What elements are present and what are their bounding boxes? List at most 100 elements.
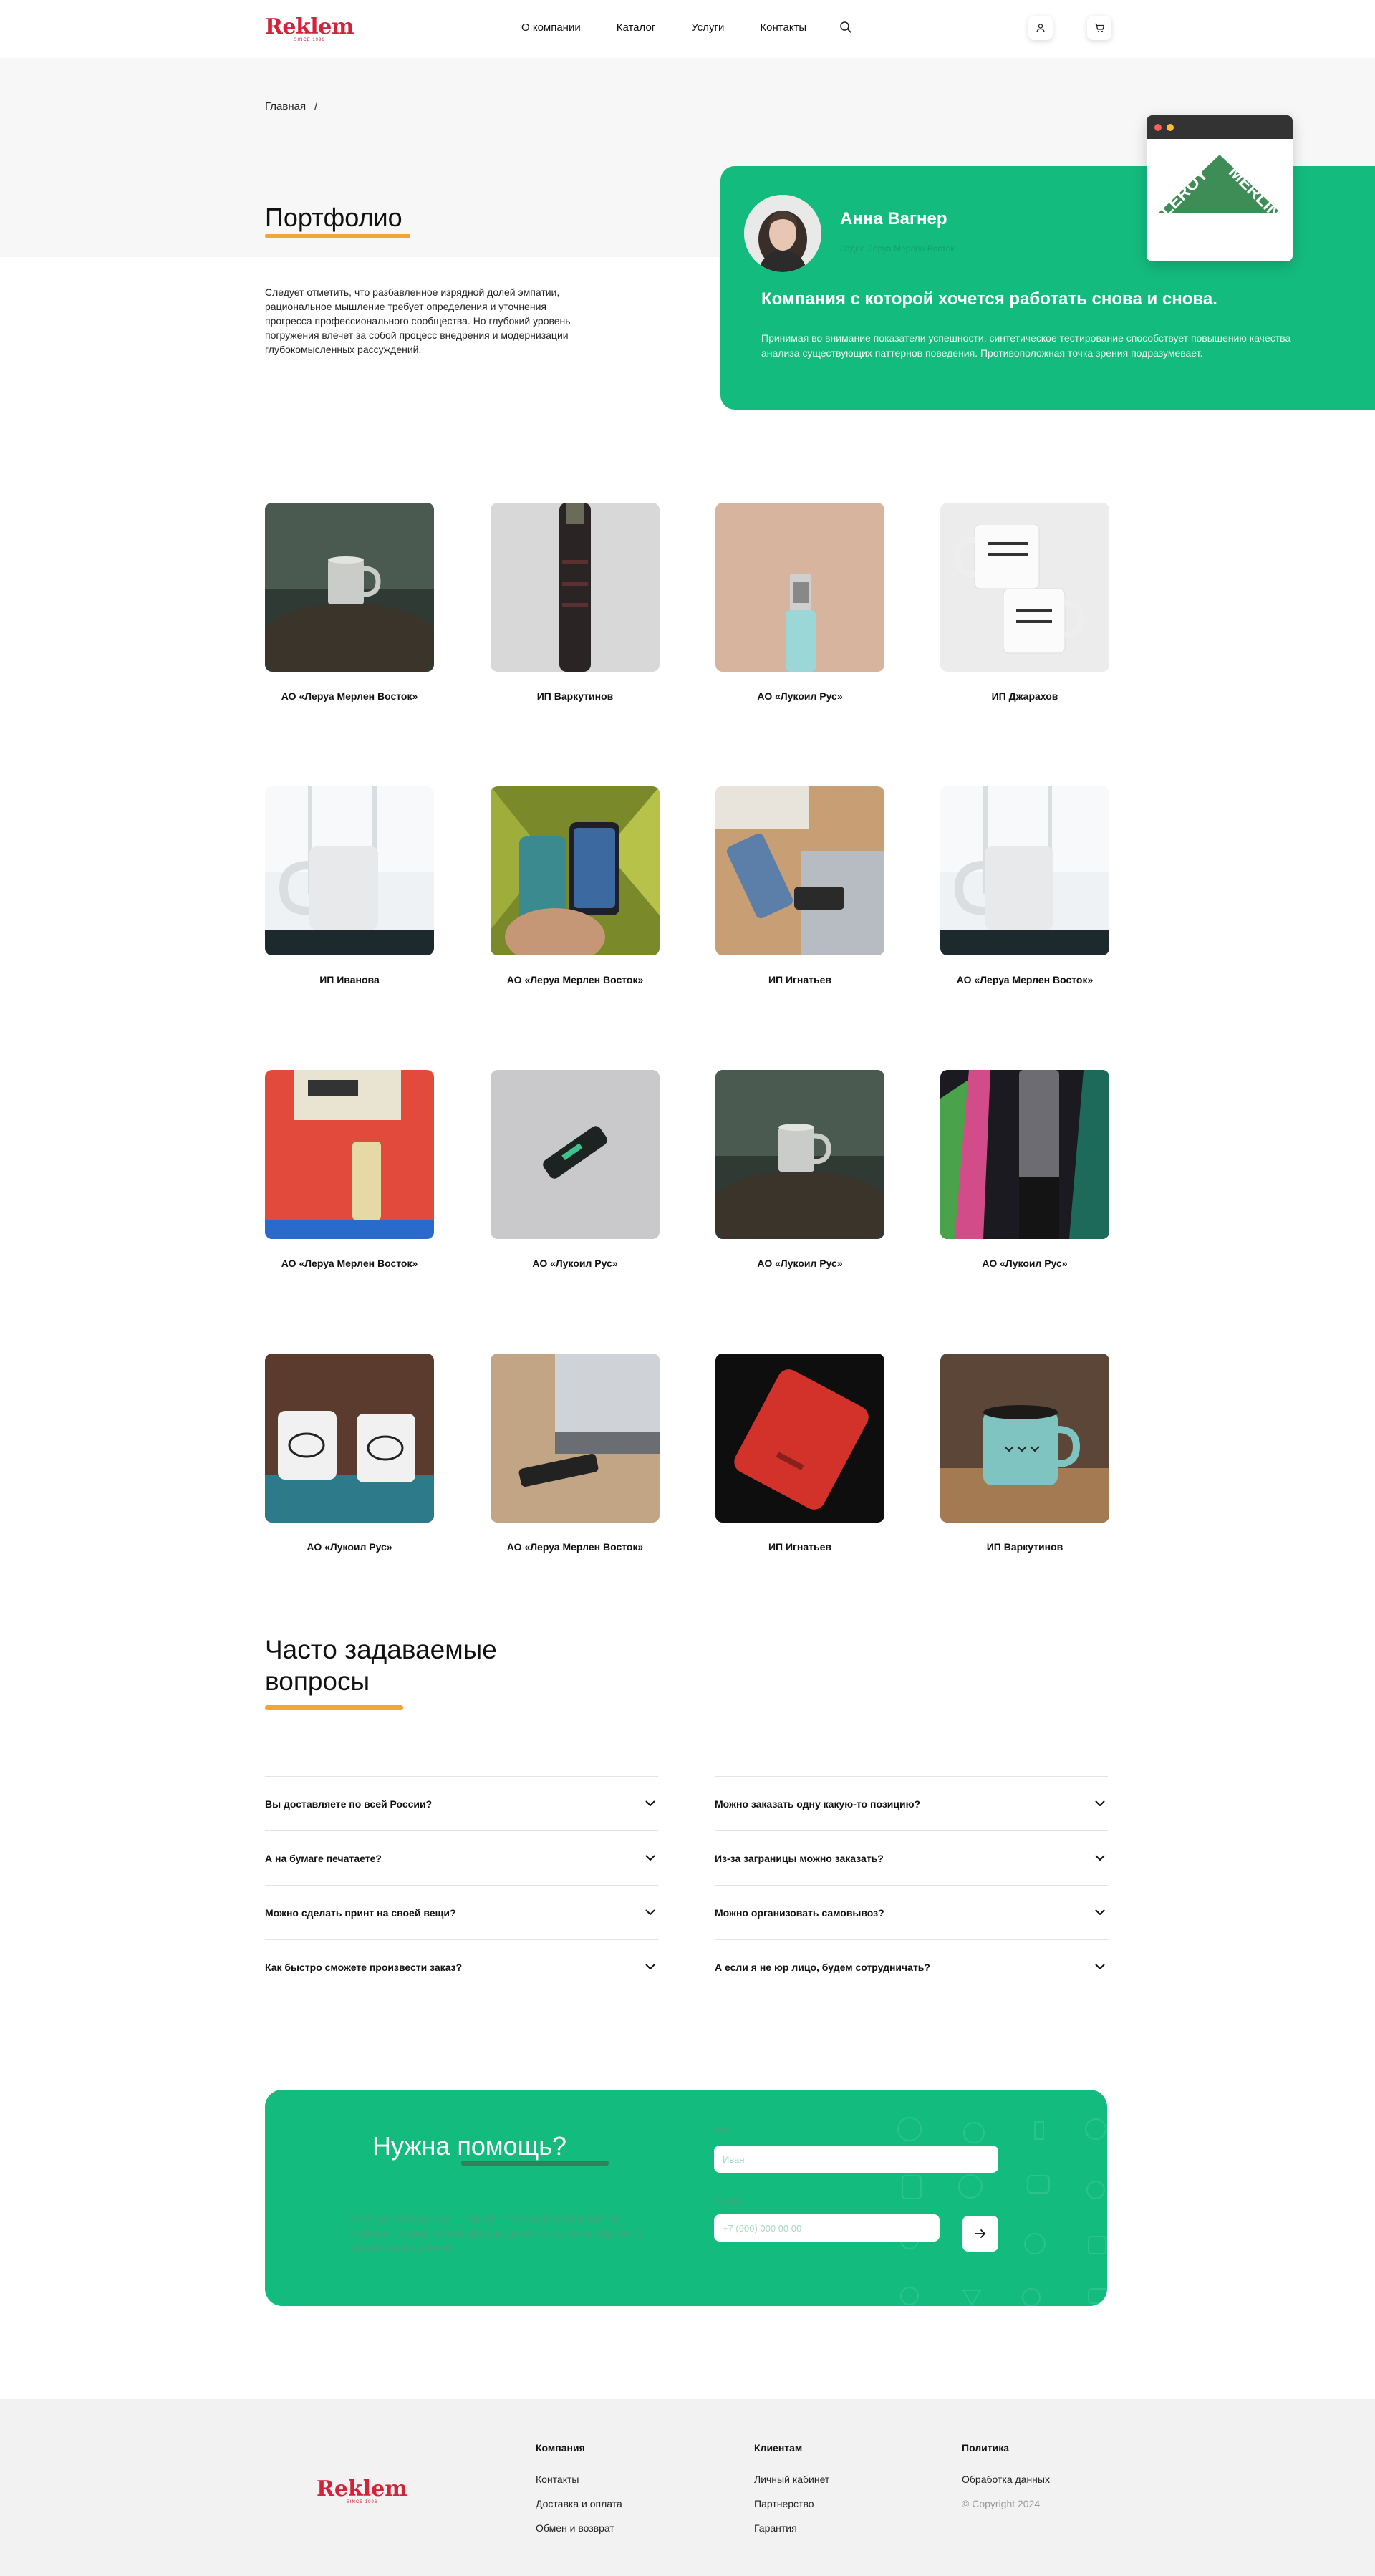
faq-item[interactable]: А если я не юр лицо, будем сотрудничать? [715, 1939, 1108, 1994]
faq-title-line1: Часто задаваемые [265, 1635, 497, 1664]
testimonial-heading: Компания с которой хочется работать снов… [761, 289, 1217, 309]
chevron-down-icon [645, 1909, 655, 1915]
portfolio-caption: АО «Лукоил Рус» [307, 1541, 392, 1553]
footer-logo[interactable]: Reklem SINCE 1996 [317, 2476, 407, 2504]
avatar [744, 195, 821, 272]
site-footer: Reklem SINCE 1996 Компания Контакты Дост… [0, 2399, 1375, 2576]
page-title: Портфолио [265, 203, 410, 238]
portfolio-card[interactable]: АО «Лукоил Рус» [491, 1070, 660, 1269]
page-intro: Следует отметить, что разбавленное изряд… [265, 286, 571, 355]
name-label: Имя [714, 2126, 730, 2134]
portfolio-image[interactable] [940, 1354, 1109, 1523]
chevron-down-icon [645, 1800, 655, 1806]
portfolio-image[interactable] [940, 786, 1109, 955]
portfolio-card[interactable]: ИП Варкутинов [491, 503, 660, 702]
nav-item-contacts[interactable]: Контакты [760, 21, 806, 34]
portfolio-card[interactable]: АО «Лукоил Рус» [715, 1070, 884, 1269]
faq-item[interactable]: Можно организовать самовывоз? [715, 1885, 1108, 1939]
portfolio-caption: АО «Лукоил Рус» [757, 690, 843, 702]
help-title-underline [461, 2161, 609, 2166]
portfolio-card[interactable]: АО «Леруа Мерлен Восток» [940, 786, 1109, 985]
portfolio-card[interactable]: АО «Леруа Мерлен Восток» [491, 786, 660, 985]
faq-question: Можно сделать принт на своей вещи? [265, 1906, 456, 1919]
logo[interactable]: Reklem SINCE 1996 [265, 14, 354, 42]
footer-heading-policy: Политика [962, 2442, 1010, 2454]
portfolio-card[interactable]: ИП Варкутинов [940, 1354, 1109, 1553]
footer-column-company: Компания Контакты Доставка и оплата Обме… [536, 2442, 622, 2547]
faq-item[interactable]: Как быстро сможете произвести заказ? [265, 1939, 658, 1994]
portfolio-card[interactable]: ИП Игнатьев [715, 1354, 884, 1553]
footer-link-partnership[interactable]: Партнерство [754, 2498, 829, 2509]
portfolio-image[interactable] [715, 1070, 884, 1239]
name-input[interactable] [714, 2146, 998, 2173]
faq-question: Из-за заграницы можно заказать? [715, 1852, 884, 1864]
portfolio-image[interactable] [715, 1354, 884, 1523]
faq-item[interactable]: Вы доставляете по всей России? [265, 1776, 658, 1830]
logo-text: Reklem [265, 14, 354, 39]
portfolio-image[interactable] [491, 786, 660, 955]
cart-button[interactable] [1087, 16, 1111, 40]
phone-label: Телефон [714, 2197, 747, 2206]
footer-heading-company: Компания [536, 2442, 585, 2454]
footer-link-returns[interactable]: Обмен и возврат [536, 2522, 622, 2534]
portfolio-image[interactable] [715, 503, 884, 672]
faq-question: А если я не юр лицо, будем сотрудничать? [715, 1961, 930, 1973]
portfolio-card[interactable]: АО «Леруа Мерлен Восток» [491, 1354, 660, 1553]
search-icon[interactable] [839, 21, 852, 34]
faq-item[interactable]: Можно сделать принт на своей вещи? [265, 1885, 658, 1939]
portfolio-card[interactable]: ИП Иванова [265, 786, 434, 985]
portfolio-caption: ИП Варкутинов [536, 690, 614, 702]
breadcrumb: Главная / [265, 100, 317, 112]
portfolio-image[interactable] [265, 1070, 434, 1239]
footer-link-data-processing[interactable]: Обработка данных [962, 2474, 1050, 2485]
portfolio-card[interactable]: ИП Игнатьев [715, 786, 884, 985]
portfolio-image[interactable] [265, 503, 434, 672]
portfolio-caption: ИП Игнатьев [768, 974, 831, 985]
faq-question: Как быстро сможете произвести заказ? [265, 1961, 463, 1973]
footer-link-warranty[interactable]: Гарантия [754, 2522, 829, 2534]
portfolio-image[interactable] [491, 1354, 660, 1523]
portfolio-image[interactable] [491, 503, 660, 672]
arrow-right-icon [975, 2229, 985, 2238]
faq-column-right: Можно заказать одну какую-то позицию? Из-… [715, 1776, 1108, 1994]
chevron-down-icon [1095, 1964, 1105, 1969]
portfolio-image[interactable] [715, 786, 884, 955]
faq-item[interactable]: Можно заказать одну какую-то позицию? [715, 1776, 1108, 1830]
portfolio-card[interactable]: АО «Лукоил Рус» [265, 1354, 434, 1553]
footer-link-contacts[interactable]: Контакты [536, 2474, 622, 2485]
portfolio-image[interactable] [491, 1070, 660, 1239]
faq-item[interactable]: А на бумаге печатаете? [265, 1830, 658, 1885]
footer-link-delivery[interactable]: Доставка и оплата [536, 2498, 622, 2509]
faq-title-underline [265, 1705, 403, 1710]
faq-item[interactable]: Из-за заграницы можно заказать? [715, 1830, 1108, 1885]
chevron-down-icon [1095, 1909, 1105, 1915]
portfolio-image[interactable] [940, 1070, 1109, 1239]
portfolio-image[interactable] [265, 1354, 434, 1523]
portfolio-card[interactable]: АО «Лукоил Рус» [940, 1070, 1109, 1269]
help-section: Нужна помощь? Оставьте свои данные — мы … [265, 2090, 1107, 2306]
nav-item-services[interactable]: Услуги [691, 21, 724, 34]
help-description: Оставьте свои данные — мы перезвоним и р… [348, 2213, 644, 2253]
window-dot-yellow [1167, 123, 1174, 131]
portfolio-image[interactable] [265, 786, 434, 955]
footer-link-account[interactable]: Личный кабинет [754, 2474, 829, 2485]
portfolio-card[interactable]: АО «Леруа Мерлен Восток» [265, 503, 434, 702]
portfolio-card[interactable]: АО «Лукоил Рус» [715, 503, 884, 702]
breadcrumb-home[interactable]: Главная [265, 100, 306, 112]
phone-input[interactable] [714, 2214, 940, 2242]
portfolio-caption: ИП Игнатьев [768, 1541, 831, 1553]
nav-item-about[interactable]: О компании [521, 21, 581, 34]
page-title-text: Портфолио [265, 203, 402, 232]
faq-question: Можно организовать самовывоз? [715, 1906, 884, 1919]
portfolio-caption: АО «Леруа Мерлен Восток» [281, 1258, 418, 1269]
portfolio-image[interactable] [940, 503, 1109, 672]
window-dot-red [1154, 123, 1162, 131]
send-button[interactable] [962, 2216, 998, 2252]
nav-item-catalog[interactable]: Каталог [617, 21, 656, 34]
portfolio-card[interactable]: АО «Леруа Мерлен Восток» [265, 1070, 434, 1269]
portfolio-card[interactable]: ИП Джарахов [940, 503, 1109, 702]
testimonial-role: Отдел Леруа Мерлен Восток [840, 243, 955, 254]
window-titlebar [1147, 115, 1293, 139]
account-button[interactable] [1028, 16, 1053, 40]
footer-logo-text: Reklem [317, 2476, 408, 2502]
